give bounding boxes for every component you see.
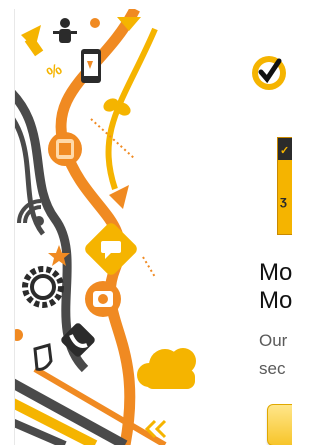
ad-banner[interactable]: % ✓ ʒ Mo Mo Our sec bbox=[14, 9, 292, 445]
cloud-icon bbox=[137, 348, 196, 389]
headline-line-2: Mo bbox=[259, 287, 292, 314]
brand-checkmark-icon: ✓ bbox=[280, 145, 290, 157]
chat-bubble-icon bbox=[85, 223, 137, 275]
product-box-image: ✓ ʒ bbox=[277, 137, 292, 235]
smartphone-icon bbox=[81, 49, 101, 83]
subcopy-line-1: Our bbox=[259, 331, 288, 350]
camera-icon bbox=[85, 281, 121, 317]
wifi-icon bbox=[17, 199, 44, 226]
gear-icon bbox=[22, 266, 64, 308]
headline-line-1: Mo bbox=[259, 259, 292, 286]
person-icon bbox=[53, 18, 77, 43]
subcopy-line-2: sec bbox=[259, 359, 286, 378]
cta-button[interactable] bbox=[267, 404, 292, 445]
svg-text:%: % bbox=[44, 61, 65, 83]
brand-checkmark-icon bbox=[252, 56, 286, 90]
ad-headline: Mo Mo bbox=[259, 259, 292, 315]
shield-icon bbox=[33, 343, 53, 371]
ad-subcopy: Our sec bbox=[259, 327, 292, 383]
arrow-icon bbox=[21, 25, 44, 57]
decorative-illustration: % bbox=[15, 9, 196, 445]
sim-card-icon bbox=[48, 132, 82, 166]
star-icon bbox=[90, 18, 100, 28]
